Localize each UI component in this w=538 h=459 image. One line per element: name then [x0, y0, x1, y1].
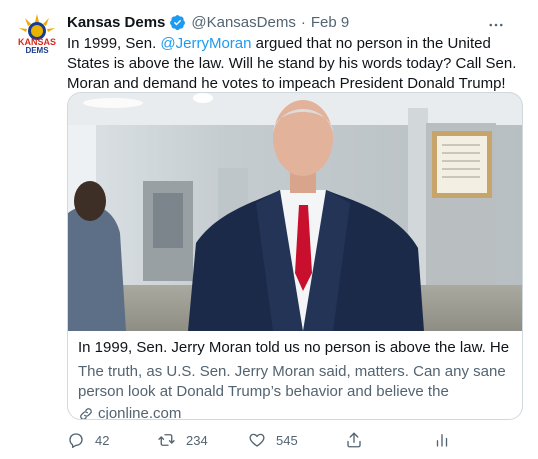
analytics-icon [436, 434, 448, 447]
link-icon [78, 406, 94, 419]
tweet-text: In 1999, Sen. @JerryMoran argued that no… [67, 34, 527, 94]
author-name[interactable]: Kansas Dems [67, 14, 165, 31]
reply-icon [69, 433, 83, 448]
retweet-button[interactable]: 234 [157, 428, 208, 452]
tweet-header: Kansas Dems @KansasDems · Feb 9 [67, 11, 524, 33]
share-button[interactable] [345, 428, 373, 452]
avatar[interactable]: KANSAS DEMS [16, 12, 58, 55]
card-image[interactable] [68, 93, 522, 331]
mention-link[interactable]: @JerryMoran [160, 35, 251, 52]
like-button[interactable]: 545 [248, 428, 298, 452]
like-icon [249, 433, 265, 447]
link-card[interactable]: In 1999, Sen. Jerry Moran told us no per… [67, 92, 523, 420]
verified-badge-icon [169, 14, 186, 31]
card-domain[interactable]: cjonline.com [78, 404, 512, 420]
retweet-count: 234 [186, 432, 208, 448]
like-count: 545 [276, 432, 298, 448]
more-icon[interactable] [482, 15, 510, 35]
author-handle[interactable]: @KansasDems [191, 14, 295, 31]
tweet-text-part-1: In 1999, Sen. [67, 35, 161, 52]
card-title[interactable]: In 1999, Sen. Jerry Moran told us no per… [78, 338, 512, 358]
card-body: In 1999, Sen. Jerry Moran told us no per… [78, 338, 512, 420]
reply-button[interactable]: 42 [67, 428, 109, 452]
tweet-date[interactable]: Feb 9 [311, 14, 349, 31]
share-icon [347, 432, 361, 448]
avatar-text-bottom: DEMS [25, 46, 49, 54]
card-domain-text: cjonline.com [98, 405, 182, 420]
analytics-button[interactable] [433, 428, 461, 452]
card-description: The truth, as U.S. Sen. Jerry Moran said… [78, 363, 506, 400]
action-bar: 42 234 545 [60, 428, 460, 452]
header-separator: · [300, 13, 306, 31]
retweet-icon [158, 434, 175, 446]
tweet[interactable]: KANSAS DEMS Kansas Dems @KansasDems · Fe… [0, 0, 538, 459]
reply-count: 42 [95, 432, 110, 448]
